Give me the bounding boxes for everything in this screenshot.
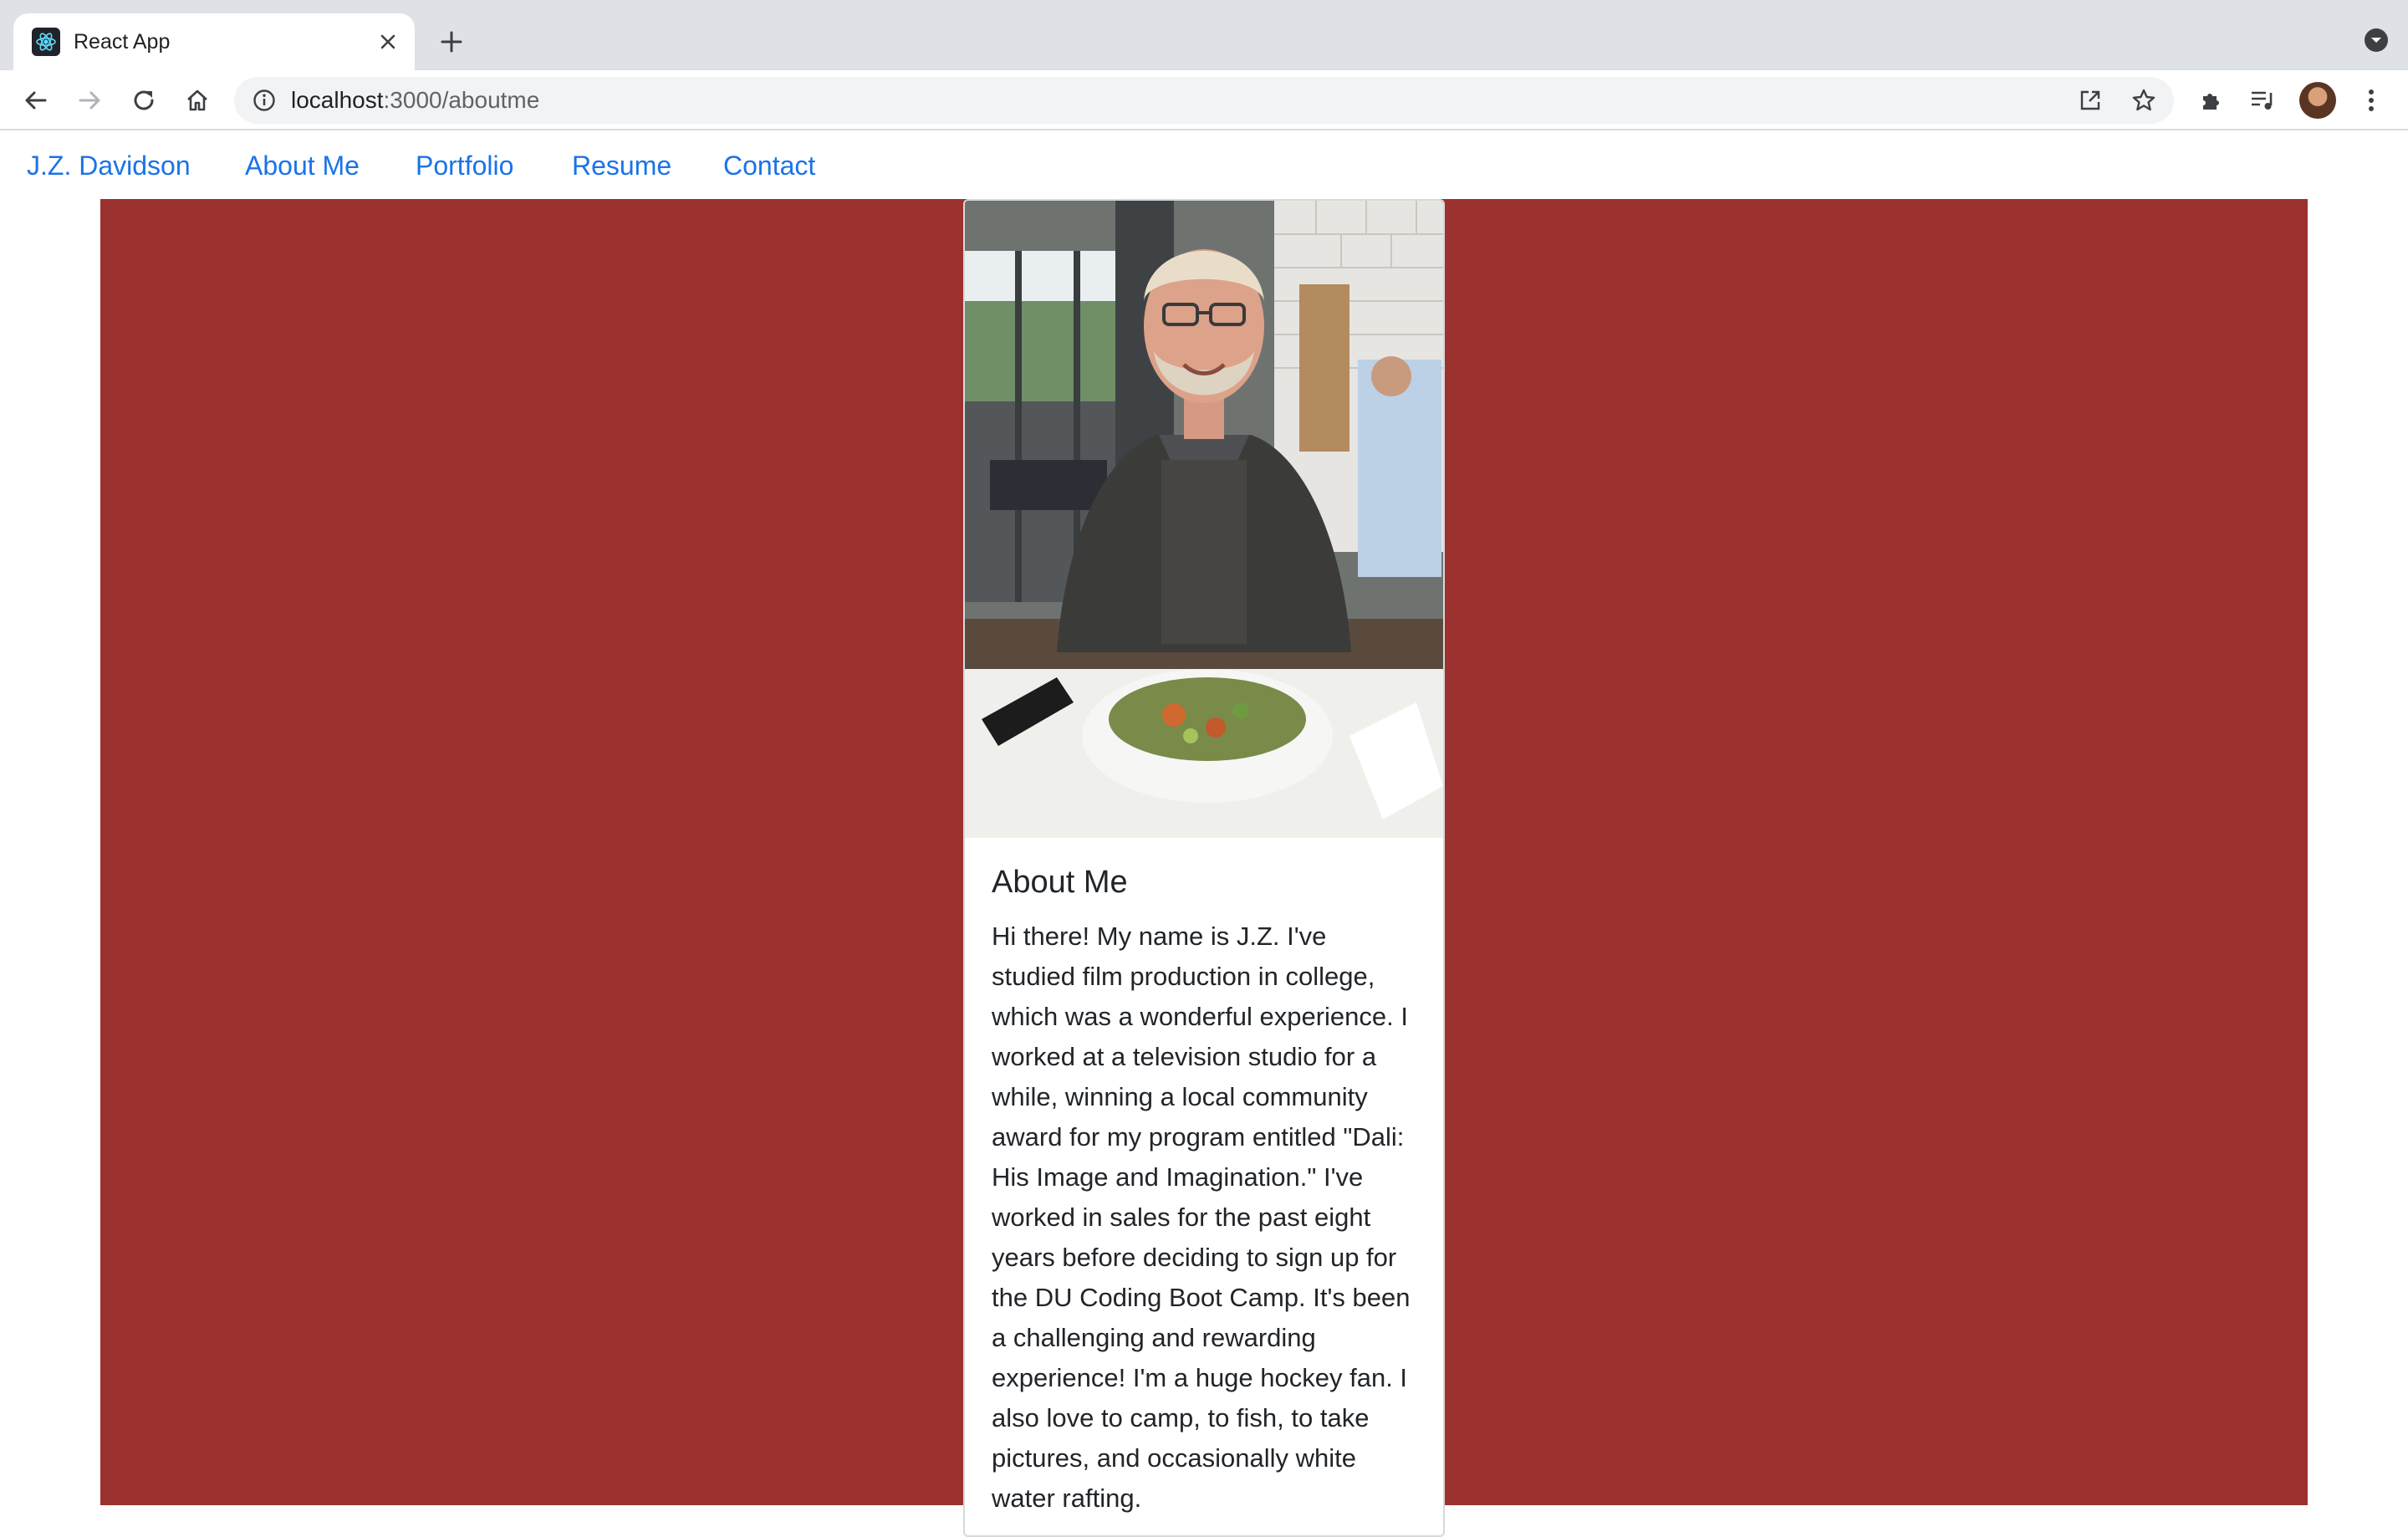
nav-brand-link[interactable]: J.Z. Davidson	[27, 149, 191, 182]
nav-link-about-me[interactable]: About Me	[245, 149, 360, 182]
star-icon[interactable]	[2129, 85, 2159, 115]
url-text[interactable]: localhost:3000/aboutme	[291, 86, 539, 115]
card-text: Hi there! My name is J.Z. I've studied f…	[992, 922, 1411, 1513]
browser-tab[interactable]: React App	[13, 13, 415, 70]
address-bar[interactable]: localhost:3000/aboutme	[234, 77, 2174, 124]
forward-icon[interactable]	[74, 84, 107, 117]
about-section: About Me Hi there! My name is J.Z. I've …	[100, 199, 2308, 1537]
card-body: About Me Hi there! My name is J.Z. I've …	[965, 838, 1443, 1519]
nav-link-resume[interactable]: Resume	[572, 149, 671, 182]
react-logo-icon	[32, 28, 60, 56]
tab-title: React App	[74, 30, 171, 54]
card-title: About Me	[992, 865, 1128, 900]
url-host: localhost	[291, 87, 384, 113]
open-in-app-icon[interactable]	[2075, 85, 2105, 115]
about-card: About Me Hi there! My name is J.Z. I've …	[963, 199, 1445, 1537]
tab-search-icon[interactable]	[2363, 27, 2390, 54]
browser-tabstrip: React App	[0, 0, 2408, 70]
reload-icon[interactable]	[127, 84, 161, 117]
site-navbar: J.Z. Davidson About Me Portfolio Resume …	[0, 132, 2408, 199]
reading-list-icon[interactable]	[2246, 84, 2279, 117]
browser-toolbar: localhost:3000/aboutme	[0, 70, 2408, 130]
url-path: :3000/aboutme	[383, 87, 540, 113]
extensions-icon[interactable]	[2194, 84, 2227, 117]
profile-avatar[interactable]	[2299, 82, 2336, 119]
info-icon[interactable]	[251, 87, 278, 114]
nav-link-portfolio[interactable]: Portfolio	[416, 149, 513, 182]
home-icon[interactable]	[181, 84, 214, 117]
nav-link-contact[interactable]: Contact	[723, 149, 815, 182]
back-icon[interactable]	[18, 84, 52, 117]
close-tab-icon[interactable]	[373, 27, 403, 57]
page-content: J.Z. Davidson About Me Portfolio Resume …	[0, 132, 2408, 1537]
menu-icon[interactable]	[2354, 84, 2388, 117]
profile-photo	[965, 201, 1443, 838]
new-tab-icon[interactable]	[435, 25, 468, 59]
